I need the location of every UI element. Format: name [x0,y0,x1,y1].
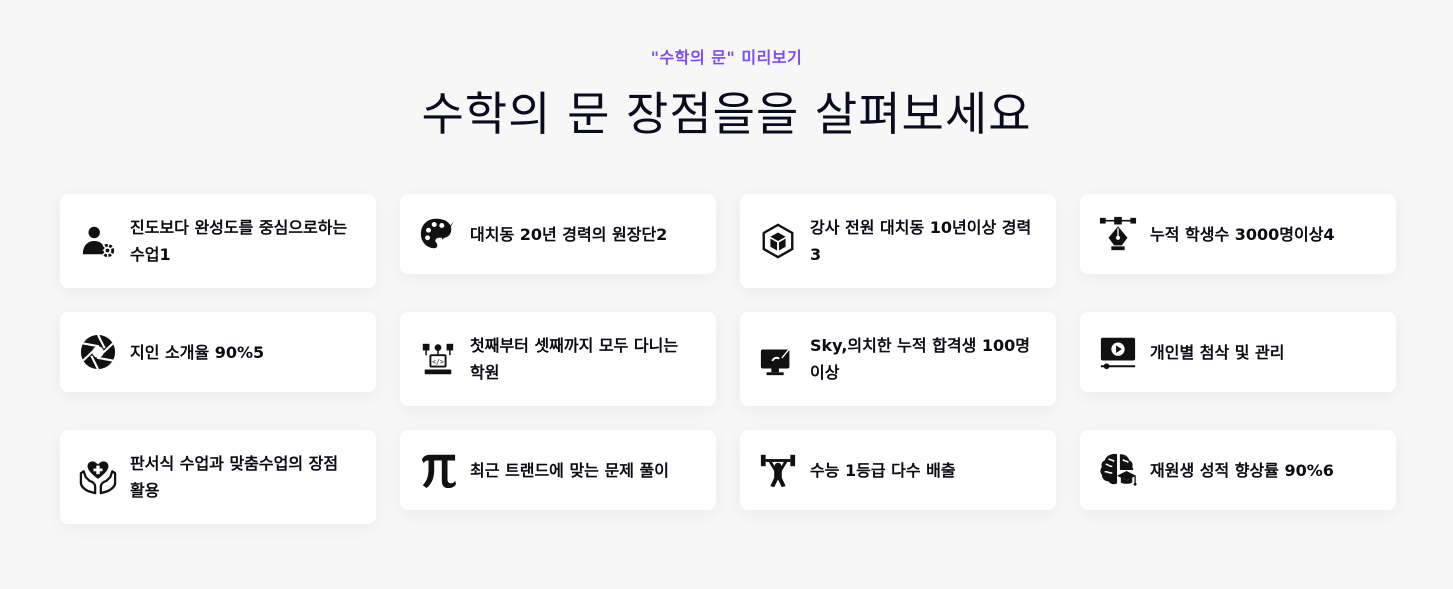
feature-label: 첫째부터 셋째까지 모두 다니는 학원 [470,336,679,382]
feature-card: 강사 전원 대치동 10년이상 경력3 [740,194,1056,288]
feature-label: 최근 트랜드에 맞는 문제 풀이 [470,460,669,480]
weightlifter-icon [758,450,798,490]
feature-label: 개인별 첨삭 및 관리 [1150,342,1285,362]
hands-heart-icon [78,457,118,497]
developer-network-icon: </> [418,339,458,379]
feature-label: 대치동 20년 경력의 원장단2 [470,224,668,244]
feature-label: 진도보다 완성도를 중심으로하는 수업1 [130,218,348,264]
pi-symbol-icon [418,450,458,490]
monitor-brush-icon [758,339,798,379]
user-gear-icon [78,221,118,261]
section-eyebrow: "수학의 문" 미리보기 [650,48,803,67]
feature-card: 수능 1등급 다수 배출 [740,430,1056,510]
feature-grid: 진도보다 완성도를 중심으로하는 수업1 대치동 20년 경력의 원장단2 강사… [60,194,1396,524]
feature-card: 누적 학생수 3000명이상4 [1080,194,1396,274]
brain-graduate-icon [1098,450,1138,490]
feature-label: 수능 1등급 다수 배출 [810,460,956,480]
feature-label: 누적 학생수 3000명이상4 [1150,224,1335,244]
feature-label: 지인 소개율 90%5 [130,342,265,362]
pen-nib-bezier-icon [1098,214,1138,254]
svg-text:</>: </> [432,358,444,366]
feature-label: 강사 전원 대치동 10년이상 경력3 [810,218,1032,264]
feature-card: Sky,의치한 누적 합격생 100명 이상 [740,312,1056,406]
feature-label: 판서식 수업과 맞춤수업의 장점 활용 [130,454,339,500]
feature-card: 진도보다 완성도를 중심으로하는 수업1 [60,194,376,288]
feature-card: 최근 트랜드에 맞는 문제 풀이 [400,430,716,510]
camera-aperture-icon [78,332,118,372]
feature-card: 재원생 성적 향상률 90%6 [1080,430,1396,510]
video-player-icon [1098,332,1138,372]
feature-label: Sky,의치한 누적 합격생 100명 이상 [810,336,1031,382]
feature-card: 개인별 첨삭 및 관리 [1080,312,1396,392]
feature-card: </> 첫째부터 셋째까지 모두 다니는 학원 [400,312,716,406]
feature-label: 재원생 성적 향상률 90%6 [1150,460,1334,480]
feature-card: 대치동 20년 경력의 원장단2 [400,194,716,274]
palette-brush-icon [418,214,458,254]
section-title: 수학의 문 장점을을 살펴보세요 [421,87,1032,141]
cube-hexagon-icon [758,221,798,261]
feature-card: 판서식 수업과 맞춤수업의 장점 활용 [60,430,376,524]
feature-card: 지인 소개율 90%5 [60,312,376,392]
